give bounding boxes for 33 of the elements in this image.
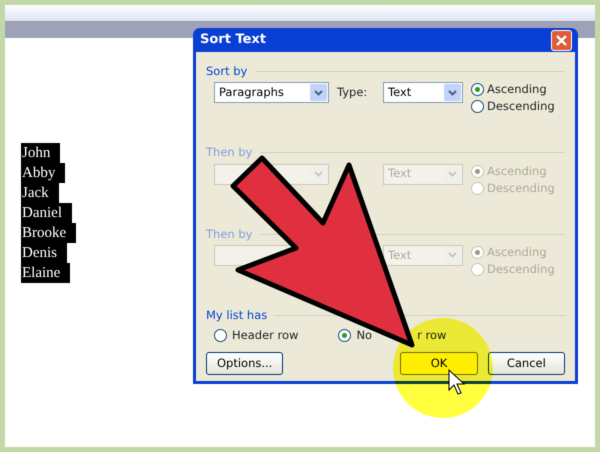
group-label: Sort by — [206, 63, 248, 80]
dropdown-field[interactable]: Text — [383, 82, 463, 104]
group-label: Then by — [206, 144, 252, 162]
type-label: Type: — [337, 84, 368, 102]
radio-label: Ascending — [487, 244, 547, 260]
options-button[interactable]: Options... — [206, 352, 284, 375]
radio-label: Ascending — [487, 164, 547, 178]
cancel-button[interactable]: Cancel — [488, 352, 565, 375]
group-label: Then by — [206, 226, 252, 242]
name-text: Elaine — [21, 263, 70, 283]
radio-label: Descending — [487, 262, 555, 277]
radio-label: r row — [417, 328, 446, 343]
close-icon — [555, 34, 568, 46]
name-text: Denis — [21, 243, 67, 263]
name-text: Daniel — [21, 203, 72, 223]
name-text: Abby — [21, 163, 66, 183]
radio-label: Header row — [232, 328, 298, 343]
name-text: Brooke — [21, 223, 76, 243]
name-text: Jack — [21, 183, 59, 203]
dialog-title: Sort Text — [200, 31, 266, 50]
name-text: John — [21, 143, 60, 163]
mouse-pointer-icon — [448, 368, 466, 395]
radio-button[interactable] — [338, 329, 352, 342]
radio-label: Descending — [487, 99, 555, 114]
dropdown-field[interactable]: Paragraphs — [214, 82, 329, 104]
radio-button[interactable] — [471, 83, 484, 96]
radio-button[interactable] — [214, 329, 227, 342]
radio-label: No — [356, 328, 372, 343]
radio-label: Ascending — [487, 82, 547, 98]
radio-button[interactable] — [471, 100, 484, 114]
radio-label: Descending — [487, 180, 555, 196]
group-label: My list has — [206, 306, 268, 324]
close-button[interactable] — [551, 30, 572, 50]
